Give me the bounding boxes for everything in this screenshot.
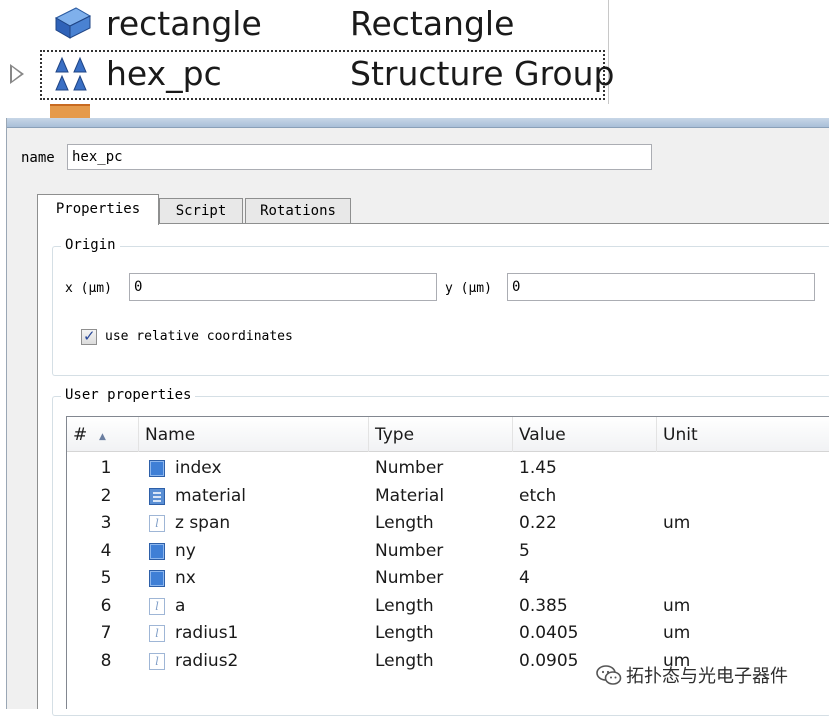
name-label: name: [21, 150, 55, 166]
property-type: Length: [375, 623, 434, 643]
property-unit: um: [663, 513, 691, 533]
property-type: Number: [375, 458, 444, 478]
property-type: Length: [375, 513, 434, 533]
tree-item-name: hex_pc: [106, 54, 222, 93]
rectangle-icon: [54, 7, 92, 39]
number-type-icon: [149, 542, 165, 560]
property-name: index: [175, 458, 222, 478]
wechat-logo-icon: [596, 665, 622, 685]
tree-item-name: rectangle: [106, 4, 262, 43]
property-name: radius2: [175, 650, 239, 671]
window-titlebar[interactable]: [7, 118, 829, 128]
property-type: Number: [375, 568, 444, 588]
property-name: material: [175, 485, 246, 506]
number-type-icon: [149, 460, 165, 477]
edit-structure-group-window: name hex_pc Properties Script Rotations …: [6, 118, 829, 716]
origin-group: Origin x (μm) 0 y (μm) 0 ✓ use relative …: [52, 237, 829, 376]
property-value: 0.385: [519, 595, 568, 616]
length-type-icon: l: [149, 625, 165, 642]
property-value: 0.22: [519, 513, 557, 533]
row-number: 5: [100, 568, 112, 588]
tab-rotations[interactable]: Rotations: [245, 198, 351, 224]
row-number: 7: [100, 623, 112, 643]
length-type-icon: l: [149, 597, 165, 615]
x-input[interactable]: 0: [129, 273, 437, 301]
column-header-name[interactable]: Name: [139, 417, 369, 452]
table-header: # ▲ Name Type Value Unit: [67, 417, 829, 452]
tree-item-type: Structure Group: [350, 54, 615, 93]
property-name: ny: [175, 540, 196, 561]
sort-ascending-icon: ▲: [99, 432, 106, 442]
property-type: Length: [375, 595, 434, 616]
table-row[interactable]: 7 l radius1 Length 0.0405 um: [67, 620, 829, 647]
object-tree: rectangle Rectangle hex_pc Structure Gro…: [0, 0, 829, 118]
property-value: 5: [519, 540, 530, 561]
property-name: nx: [175, 568, 196, 588]
tree-item-hex-pc[interactable]: hex_pc Structure Group: [0, 50, 614, 100]
y-label: y (μm): [445, 281, 492, 296]
checkmark-icon: ✓: [83, 327, 96, 345]
table-row[interactable]: 2 material Material etch: [67, 483, 829, 510]
property-value: 4: [519, 568, 530, 588]
column-header-type[interactable]: Type: [369, 417, 513, 452]
length-type-icon: l: [149, 652, 165, 670]
property-value: 1.45: [519, 458, 557, 478]
origin-group-title: Origin: [61, 237, 120, 253]
property-value: 0.0905: [519, 650, 579, 671]
structure-group-icon: [55, 56, 87, 91]
property-unit: um: [663, 623, 691, 643]
relative-coordinates-checkbox[interactable]: ✓: [81, 327, 97, 345]
watermark-text: 拓扑态与光电子器件: [626, 666, 788, 687]
column-header-number[interactable]: # ▲: [67, 417, 139, 452]
row-number: 4: [100, 540, 112, 561]
property-type: Number: [375, 540, 444, 561]
property-value: etch: [519, 485, 557, 506]
relative-coordinates-label: use relative coordinates: [105, 329, 293, 344]
row-number: 3: [100, 513, 112, 533]
tab-script[interactable]: Script: [159, 198, 243, 224]
number-type-icon: [149, 570, 165, 587]
table-row[interactable]: 6 l a Length 0.385 um: [67, 593, 829, 620]
length-type-icon: l: [149, 515, 165, 532]
material-type-icon: [149, 487, 165, 505]
property-name: a: [175, 595, 186, 616]
y-input[interactable]: 0: [507, 273, 815, 301]
row-number: 1: [100, 458, 112, 478]
table-row[interactable]: 1 index Number 1.45: [67, 455, 829, 482]
partial-tree-icon: [50, 104, 90, 118]
property-unit: um: [663, 595, 691, 616]
tree-item-type: Rectangle: [350, 4, 515, 43]
tab-properties[interactable]: Properties: [37, 194, 159, 225]
property-name: radius1: [175, 623, 239, 643]
property-type: Material: [375, 485, 445, 506]
property-type: Length: [375, 650, 434, 671]
tree-item-rectangle[interactable]: rectangle Rectangle: [0, 0, 610, 50]
row-number: 6: [100, 595, 112, 616]
row-number: 8: [100, 650, 112, 671]
table-row[interactable]: 4 ny Number 5: [67, 538, 829, 565]
table-row[interactable]: 3 l z span Length 0.22 um: [67, 510, 829, 537]
property-value: 0.0405: [519, 623, 579, 643]
row-number: 2: [100, 485, 112, 506]
column-header-label: #: [73, 425, 88, 445]
expand-arrow-icon[interactable]: [10, 64, 24, 84]
column-header-unit[interactable]: Unit: [657, 417, 829, 452]
table-row[interactable]: 5 nx Number 4: [67, 565, 829, 592]
name-input[interactable]: hex_pc: [67, 144, 652, 170]
x-label: x (μm): [65, 281, 112, 296]
user-properties-title: User properties: [61, 387, 196, 403]
property-name: z span: [175, 513, 231, 533]
column-header-value[interactable]: Value: [513, 417, 657, 452]
